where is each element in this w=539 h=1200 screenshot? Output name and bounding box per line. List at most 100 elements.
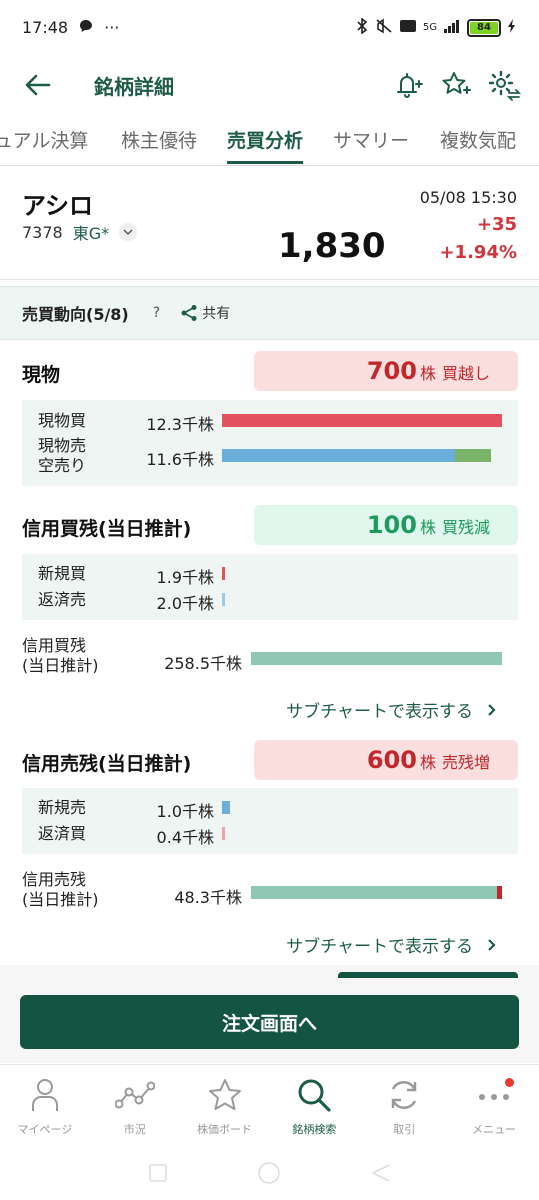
margin-buy-title: 信用買残(当日推計) [22,518,192,540]
tab-shareholder-benefits[interactable]: 株主優待 [121,118,197,164]
chart-icon [114,1075,155,1115]
nav-menu[interactable]: メニュー [449,1065,539,1144]
signal-icon [443,19,461,37]
genbutsu-buy-value: 12.3千株 [146,415,214,434]
add-alert-button[interactable] [391,68,425,102]
tab-summary[interactable]: サマリー [333,118,409,164]
repay-buy-label: 返済買 [38,824,87,843]
next-section-button-edge [338,972,518,978]
mute-icon [375,17,393,38]
share-button[interactable]: 共有 [180,303,230,323]
repay-buy-value: 0.4千株 [156,828,214,847]
margin-buy-badge: 100 株 買残減 [254,505,518,545]
margin-buy-subchart-link[interactable]: サブチャートで表示する [286,697,497,722]
back-button[interactable] [18,65,58,105]
margin-sell-balance-label: 信用売残 (当日推計) [22,870,99,909]
genbutsu-sell-bar [222,449,455,462]
star-plus-icon [442,72,471,94]
genbutsu-buy-label: 現物買 [38,411,87,430]
genbutsu-buy-bar [222,414,502,427]
margin-sell-panel: 新規売 1.0千株 返済買 0.4千株 [22,788,518,854]
bottom-nav: マイページ 市況 株価ボード 銘柄検索 取引 メニュー [0,1064,539,1144]
genbutsu-short-bar [455,449,491,462]
repay-sell-value: 2.0千株 [156,594,214,613]
bluetooth-icon [355,16,369,38]
repay-sell-bar [222,593,225,606]
add-favorite-button[interactable] [439,68,473,102]
back-nav-icon[interactable] [370,1164,391,1186]
margin-sell-balance-bar [251,886,497,899]
new-buy-bar [222,567,225,580]
tab-trade-analysis[interactable]: 売買分析 [227,118,304,164]
margin-buy-balance-label: 信用買残 (当日推計) [22,636,99,675]
price-change: +35 [476,214,517,235]
genbutsu-panel: 現物買 12.3千株 現物売 空売り 11.6千株 [22,400,518,486]
tab-dual-settlement[interactable]: ュアル決算 [0,118,88,164]
genbutsu-sell-value: 11.6千株 [146,450,214,469]
more-icon [474,1075,515,1115]
margin-sell-subchart-link[interactable]: サブチャートで表示する [286,932,497,957]
new-sell-label: 新規売 [38,798,87,817]
genbutsu-sell-label: 現物売 空売り [38,436,87,475]
stock-price: 1,830 [278,226,386,266]
chat-icon [78,18,94,38]
search-icon [294,1075,334,1115]
status-bar: 17:48 ··· 5G 84 [0,0,539,55]
star-icon [205,1075,245,1115]
margin-sell-balance-value: 48.3千株 [174,888,242,907]
app-header: 銘柄詳細 [0,55,539,115]
share-label: 共有 [202,306,231,322]
trade-trend-title: 売買動向(5/8) [22,305,129,324]
margin-buy-panel: 新規買 1.9千株 返済売 2.0千株 [22,554,518,620]
nav-stock-board[interactable]: 株価ボード [180,1065,270,1144]
help-button[interactable]: ? [153,305,160,321]
margin-buy-balance-bar [251,652,502,665]
market-selector[interactable]: 東G* [73,220,109,244]
share-icon [181,305,197,321]
page-title: 銘柄詳細 [94,74,174,99]
status-time: 17:48 [22,18,69,37]
person-icon [25,1075,65,1115]
new-sell-bar [222,801,230,814]
recents-icon[interactable] [148,1164,167,1186]
genbutsu-title: 現物 [22,364,61,386]
price-timestamp: 05/08 15:30 [419,188,517,207]
refresh-icon [384,1075,424,1115]
bell-plus-icon [397,73,423,98]
stock-header: アシロ 7378 東G* 1,830 05/08 15:30 +35 +1.94… [0,176,539,280]
tab-multiple-quotes[interactable]: 複数気配 [440,118,516,164]
margin-sell-badge: 600 株 売残増 [254,740,518,780]
home-icon[interactable] [257,1161,281,1189]
charging-icon [507,18,517,38]
repay-buy-bar [222,827,225,840]
nav-market[interactable]: 市況 [90,1065,180,1144]
system-nav-bar [0,1150,539,1200]
order-button[interactable]: 注文画面へ [20,995,519,1049]
chevron-right-icon [488,938,496,951]
settings-button[interactable] [487,68,521,102]
chevron-right-icon [488,703,496,716]
new-buy-value: 1.9千株 [156,568,214,587]
stock-code: 7378 [22,222,63,242]
tab-bar: ュアル決算 株主優待 売買分析 サマリー 複数気配 [0,118,539,166]
price-change-percent: +1.94% [439,242,517,263]
margin-buy-balance-value: 258.5千株 [164,654,242,673]
stock-name: アシロ [22,192,94,220]
margin-sell-increase-bar [497,886,502,899]
battery-icon: 84 [467,18,501,37]
margin-sell-title: 信用売残(当日推計) [22,753,192,775]
notification-dot [505,1078,515,1087]
repay-sell-label: 返済売 [38,590,87,609]
genbutsu-badge: 700 株 買越し [254,351,518,391]
new-sell-value: 1.0千株 [156,802,214,821]
new-buy-label: 新規買 [38,564,87,583]
volte-icon [399,18,417,38]
nav-trade[interactable]: 取引 [359,1065,449,1144]
status-dots: ··· [104,18,120,37]
chevron-down-icon[interactable] [119,223,138,241]
nav-stock-search[interactable]: 銘柄検索 [269,1065,359,1144]
network-label: 5G [422,22,437,33]
trade-trend-header: 売買動向(5/8) ? 共有 [0,286,539,340]
nav-mypage[interactable]: マイページ [0,1065,90,1144]
gear-swap-icon [488,70,521,101]
